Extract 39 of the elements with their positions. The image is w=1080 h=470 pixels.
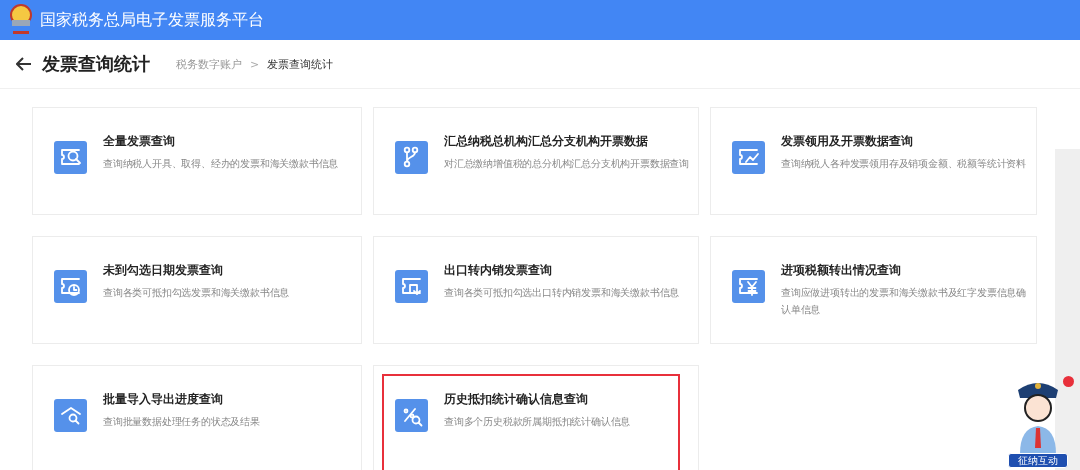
document-icon	[395, 141, 428, 174]
card-title: 批量导入导出进度查询	[103, 392, 224, 407]
document-icon	[54, 141, 87, 174]
card-description: 查询应做进项转出的发票和海关缴款书及红字发票信息确认单信息	[781, 286, 1027, 317]
back-arrow-icon[interactable]	[16, 57, 32, 71]
query-card[interactable]: 全量发票查询 查询纳税人开具、取得、经办的发票和海关缴款书信息	[32, 107, 362, 215]
document-icon	[395, 270, 428, 303]
breadcrumb-separator: >	[250, 57, 260, 71]
platform-title: 国家税务总局电子发票服务平台	[40, 9, 264, 31]
query-card[interactable]: 汇总纳税总机构汇总分支机构开票数据 对汇总缴纳增值税的总分机构汇总分支机构开票数据查询	[373, 107, 699, 215]
query-card[interactable]: 未到勾选日期发票查询 查询各类可抵扣勾选发票和海关缴款书信息	[32, 236, 362, 344]
notification-dot	[1063, 376, 1074, 387]
query-card[interactable]: 发票领用及开票数据查询 查询纳税人各种发票领用存及销项金额、税额等统计资料	[710, 107, 1037, 215]
card-description: 查询多个历史税款所属期抵扣统计确认信息	[444, 415, 631, 429]
card-description: 查询各类可抵扣勾选出口转内销发票和海关缴款书信息	[444, 286, 680, 300]
card-title: 出口转内销发票查询	[444, 263, 553, 278]
card-description: 查询批量数据处理任务的状态及结果	[103, 415, 260, 429]
card-description: 对汇总缴纳增值税的总分机构汇总分支机构开票数据查询	[444, 157, 689, 171]
emblem-logo-icon	[8, 3, 34, 37]
document-icon	[395, 399, 428, 432]
card-description: 查询纳税人开具、取得、经办的发票和海关缴款书信息	[103, 157, 339, 171]
card-title: 未到勾选日期发票查询	[103, 263, 224, 278]
card-description: 查询纳税人各种发票领用存及销项金额、税额等统计资料	[781, 157, 1026, 171]
assistant-label: 征纳互动	[1008, 453, 1068, 468]
card-description: 查询各类可抵扣勾选发票和海关缴款书信息	[103, 286, 290, 300]
page-title: 发票查询统计	[42, 52, 150, 76]
document-icon	[54, 270, 87, 303]
query-card[interactable]: 历史抵扣统计确认信息查询 查询多个历史税款所属期抵扣统计确认信息	[373, 365, 699, 470]
card-title: 汇总纳税总机构汇总分支机构开票数据	[444, 134, 649, 149]
card-title: 进项税额转出情况查询	[781, 263, 902, 278]
document-icon	[54, 399, 87, 432]
card-title: 历史抵扣统计确认信息查询	[444, 392, 589, 407]
document-icon	[732, 141, 765, 174]
document-icon	[732, 270, 765, 303]
card-title: 发票领用及开票数据查询	[781, 134, 914, 149]
query-card[interactable]: 进项税额转出情况查询 查询应做进项转出的发票和海关缴款书及红字发票信息确认单信息	[710, 236, 1037, 344]
query-card[interactable]: 批量导入导出进度查询 查询批量数据处理任务的状态及结果	[32, 365, 362, 470]
query-card[interactable]: 出口转内销发票查询 查询各类可抵扣勾选出口转内销发票和海关缴款书信息	[373, 236, 699, 344]
card-title: 全量发票查询	[103, 134, 176, 149]
